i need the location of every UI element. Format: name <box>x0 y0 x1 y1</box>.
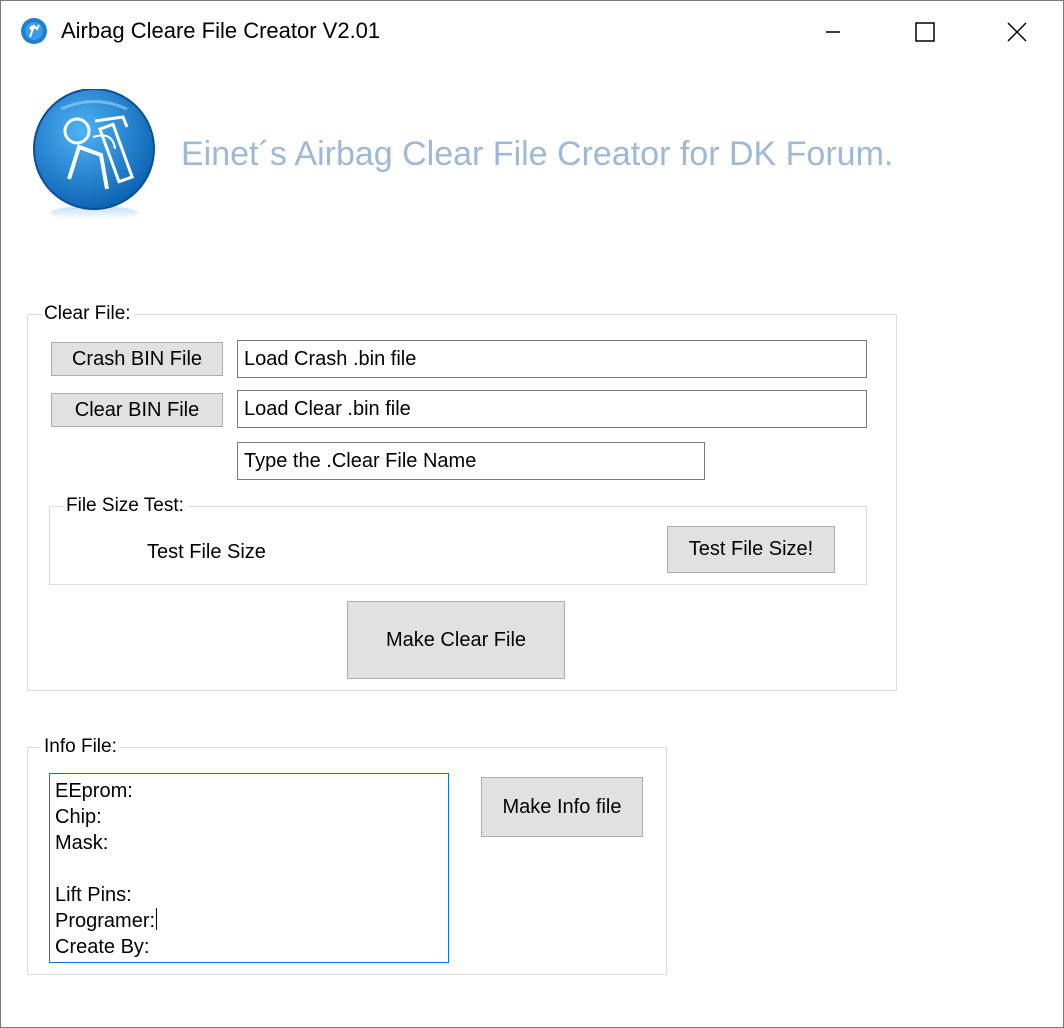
clear-bin-file-button[interactable]: Clear BIN File <box>51 393 223 427</box>
close-button[interactable] <box>971 1 1063 63</box>
info-line-programer: Programer: <box>55 910 156 932</box>
window-title: Airbag Cleare File Creator V2.01 <box>61 18 381 43</box>
info-line-lift-pins: Lift Pins: <box>55 884 132 906</box>
info-line-eeprom: EEprom: <box>55 780 133 802</box>
crash-bin-file-button[interactable]: Crash BIN File <box>51 342 223 376</box>
clear-file-name-input[interactable]: Type the .Clear File Name <box>237 442 705 480</box>
airbag-logo-icon <box>33 89 155 220</box>
app-icon <box>21 18 47 44</box>
minimize-button[interactable] <box>787 1 879 63</box>
title-bar[interactable]: Airbag Cleare File Creator V2.01 <box>1 1 1063 63</box>
clear-file-field[interactable]: Load Clear .bin file <box>237 390 867 428</box>
banner-title: Einet´s Airbag Clear File Creator for DK… <box>181 135 894 173</box>
info-line-blank <box>55 856 443 882</box>
test-file-size-button[interactable]: Test File Size! <box>667 526 835 573</box>
info-file-textarea[interactable]: EEprom: Chip: Mask: Lift Pins: Programer… <box>49 773 449 963</box>
info-file-legend: Info File: <box>41 736 120 758</box>
text-caret <box>156 908 158 930</box>
close-icon <box>1007 22 1027 42</box>
info-line-programer-row: Programer: <box>55 908 443 934</box>
info-line-mask: Mask: <box>55 832 109 854</box>
maximize-icon <box>915 22 935 42</box>
info-line-create-by: Create By: <box>55 936 150 958</box>
clear-file-legend: Clear File: <box>41 303 134 325</box>
test-file-size-label: Test File Size <box>147 541 266 563</box>
app-window: Airbag Cleare File Creator V2.01 Einet´s… <box>0 0 1064 1028</box>
make-clear-file-button[interactable]: Make Clear File <box>347 601 565 679</box>
make-info-file-button[interactable]: Make Info file <box>481 777 643 837</box>
info-line-chip: Chip: <box>55 806 102 828</box>
file-size-test-legend: File Size Test: <box>63 495 187 517</box>
minimize-icon <box>826 31 840 33</box>
maximize-button[interactable] <box>879 1 971 63</box>
crash-file-field[interactable]: Load Crash .bin file <box>237 340 867 378</box>
